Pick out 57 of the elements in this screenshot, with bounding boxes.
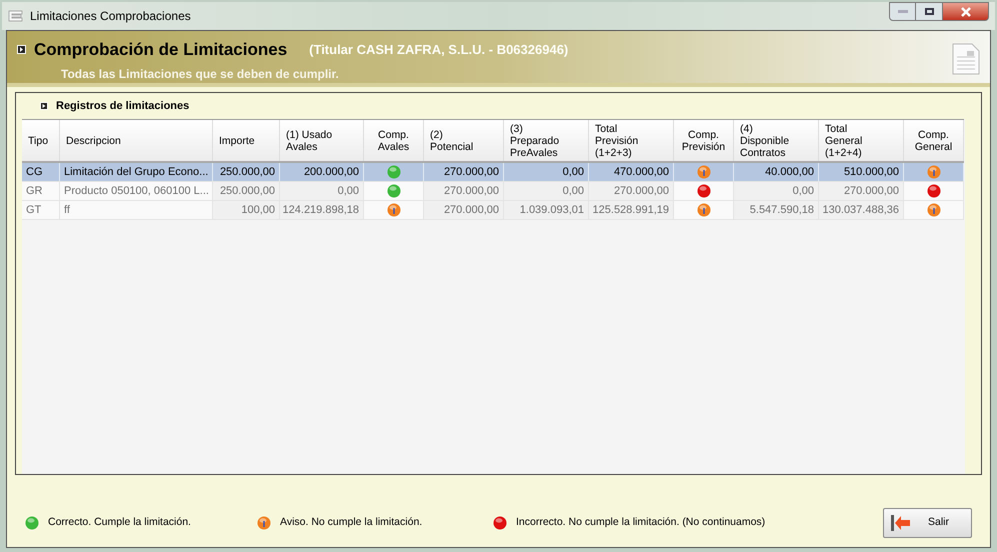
window-title: Limitaciones Comprobaciones [30,8,191,25]
table-cell: GR [22,182,60,200]
column-header[interactable]: Comp. General [904,120,964,161]
exit-icon [890,514,912,532]
table-cell: 1.039.093,01 [504,201,589,219]
column-header[interactable]: (3) Preparado PreAvales [504,120,589,161]
column-header[interactable]: (1) Usado Avales [280,120,364,161]
page-title: Comprobación de Limitaciones [34,39,288,61]
close-icon [960,6,972,16]
close-button[interactable] [942,2,989,21]
table-cell: 250.000,00 [213,182,280,200]
column-header[interactable]: (2) Potencial [424,120,504,161]
column-header[interactable]: Total Previsión (1+2+3) [589,120,674,161]
column-header[interactable]: Comp. Avales [364,120,424,161]
collapse-icon [40,102,48,110]
app-icon [8,10,24,22]
subtitle: Todas las Limitaciones que se deben de cumplir. [61,66,340,82]
table-cell: 124.219.898,18 [280,201,364,219]
table-cell: 0,00 [504,163,589,181]
column-header[interactable]: Tipo [22,120,60,161]
table-row[interactable]: GR Producto 050100, 060100 L... 250.000,00 0,00 270.000,00 0,00 270.000,00 0,00 270.000,00 [22,182,964,201]
exit-button[interactable]: Salir [883,508,972,538]
table-cell: 100,00 [213,201,280,219]
legend-text: Aviso. No cumple la limitación. [280,515,422,530]
table-cell: 0,00 [280,182,364,200]
table-cell: 0,00 [504,182,589,200]
table-cell: 270.000,00 [589,182,674,200]
table-cell: 200.000,00 [280,163,364,181]
legend-text: Correcto. Cumple la limitación. [48,515,191,530]
maximize-button[interactable] [916,2,942,21]
table-cell: 270.000,00 [819,182,904,200]
table-cell: 470.000,00 [589,163,674,181]
table-cell: 510.000,00 [819,163,904,181]
document-icon [952,43,980,75]
table-cell: 0,00 [734,182,819,200]
table-cell: 125.528.991,19 [589,201,674,219]
table-cell: 270.000,00 [424,163,504,181]
column-header[interactable]: Total General (1+2+4) [819,120,904,161]
table-cell: GT [22,201,60,219]
legend-text: Incorrecto. No cumple la limitación. (No continuamos) [516,515,766,530]
table-cell: 270.000,00 [424,201,504,219]
table-cell: 250.000,00 [213,163,280,181]
collapse-icon [17,45,26,54]
section-title: Registros de limitaciones [56,98,190,114]
holder-text: (Titular CASH ZAFRA, S.L.U. - B06326946) [309,41,568,59]
table-cell: 5.547.590,18 [734,201,819,219]
table-cell: Limitación del Grupo Econo... [60,163,213,181]
table-cell: 40.000,00 [734,163,819,181]
table-cell: 270.000,00 [424,182,504,200]
table-cell: 130.037.488,36 [819,201,904,219]
column-header[interactable]: (4) Disponible Contratos [734,120,819,161]
table-row[interactable]: GT ff 100,00 124.219.898,18 270.000,00 1.039.093,01 125.528.991,19 5.547.590,18 130.037.488,36 [22,201,964,220]
column-header[interactable]: Descripcion [60,120,213,161]
column-header[interactable]: Comp. Previsión [674,120,734,161]
column-header[interactable]: Importe [213,120,280,161]
table-row[interactable]: CG Limitación del Grupo Econo... 250.000,00 200.000,00 270.000,00 0,00 470.000,00 40.000,00 510.000,00 [22,163,964,182]
table-cell: CG [22,163,60,181]
